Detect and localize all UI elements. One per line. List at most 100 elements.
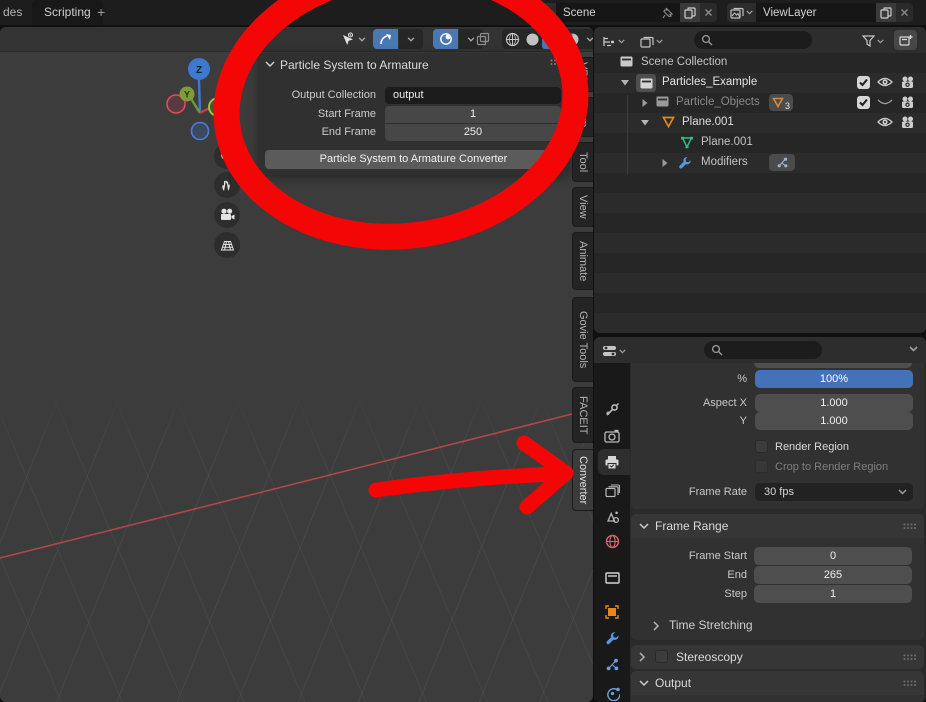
exclude-checkbox-checked[interactable] [857,96,870,109]
sidebar-tab-converter[interactable]: Converter [572,449,593,511]
drag-dots-icon[interactable] [903,654,916,662]
snap-options-button[interactable] [399,29,423,49]
outliner-row-plane-object[interactable]: Plane.001 [594,113,926,133]
tab-world[interactable] [594,528,630,554]
shading-solid-button[interactable] [522,29,542,49]
overlays-toggle[interactable] [471,29,495,49]
remove-viewlayer-button[interactable] [896,3,913,22]
eye-open-icon[interactable] [877,116,893,128]
resolution-y-field-partial[interactable] [754,363,912,368]
outliner-row-modifiers[interactable]: Modifiers [594,153,926,173]
tab-object[interactable] [594,599,630,625]
new-collection-button[interactable] [894,30,917,50]
unlink-scene-button[interactable] [700,3,717,22]
camera-render-icon[interactable] [900,116,916,129]
snap-toggle[interactable] [373,29,398,49]
row-label[interactable]: Modifiers [701,156,748,168]
sidebar-tab-animate[interactable]: Animate [572,232,593,290]
aspect-y-field[interactable]: 1.000 [755,412,913,430]
tab-scene[interactable] [594,504,630,530]
row-label[interactable]: Plane.001 [682,116,734,128]
row-label[interactable]: Particle_Objects [676,96,760,108]
outliner-row-plane-mesh-data[interactable]: Plane.001 [594,133,926,153]
add-workspace-button[interactable]: + [97,4,105,20]
row-label[interactable]: Plane.001 [701,136,753,148]
tab-particles[interactable] [594,651,630,677]
workspace-tab-partial[interactable]: des [3,5,22,19]
active-tool-button[interactable] [333,29,373,49]
shading-options-button[interactable] [582,29,593,49]
stereoscopy-panel-header[interactable]: Stereoscopy [631,645,924,669]
drag-dots-icon[interactable] [550,59,563,67]
disclosure-right-icon[interactable] [662,159,668,167]
tab-output-active[interactable] [594,449,630,475]
outliner-row-particle-objects[interactable]: Particle_Objects 3 [594,93,926,113]
render-region-checkbox[interactable] [755,440,768,453]
properties-editor-type-button[interactable] [602,341,626,361]
outliner-row-particles-example[interactable]: Particles_Example [594,73,926,93]
row-label[interactable]: Scene Collection [641,56,727,68]
tab-modifiers[interactable] [594,625,630,651]
disclosure-down-icon[interactable] [621,79,629,86]
tab-render[interactable] [594,423,630,449]
row-label[interactable]: Particles_Example [662,76,757,88]
outliner-row-scene-collection[interactable]: Scene Collection [594,53,926,73]
properties-search-input[interactable] [704,341,822,359]
panel-collapse-chevron-icon[interactable] [265,61,275,68]
orthographic-toggle-button[interactable] [214,232,240,258]
tab-physics[interactable] [594,680,630,702]
sidebar-tab-item[interactable]: Item [572,97,593,137]
sidebar-tab-tool[interactable]: Tool [572,142,593,182]
sidebar-tab-view[interactable]: View [572,187,593,227]
frame-range-panel-header[interactable]: Frame Range [631,514,924,538]
shading-rendered-button[interactable] [562,29,582,49]
shading-wireframe-button[interactable] [502,29,522,49]
navigation-gizmo[interactable]: Y X Z [150,55,250,155]
panel-title[interactable]: Particle System to Armature [280,58,429,72]
pan-button[interactable] [214,172,240,198]
disclosure-down-icon[interactable] [641,119,649,126]
sidebar-tab-faceit[interactable]: FACEIT [572,387,593,443]
resolution-percent-slider[interactable]: 100% [755,370,913,388]
viewport-3d[interactable]: Y X Z Particle System to Armature Output… [0,27,593,702]
camera-render-icon[interactable] [900,96,916,109]
camera-view-button[interactable] [214,202,240,228]
drag-dots-icon[interactable] [903,523,916,531]
outliner-display-mode-button[interactable] [602,31,625,51]
exclude-checkbox-checked[interactable] [857,76,870,89]
eye-closed-icon[interactable] [877,99,893,107]
stereoscopy-checkbox[interactable] [655,650,668,663]
camera-render-icon[interactable] [900,76,916,89]
aspect-x-field[interactable]: 1.000 [755,394,913,412]
crop-to-render-region-checkbox[interactable] [755,460,768,473]
frame-rate-dropdown[interactable]: 30 fps [755,483,913,501]
proportional-editing-toggle[interactable] [433,29,458,49]
frame-end-field[interactable]: 265 [754,566,912,584]
outliner-filter-mode-button[interactable] [640,31,663,51]
gizmo-neg-z-ball[interactable] [192,123,209,140]
time-stretching-subpanel-header[interactable]: Time Stretching [631,613,924,637]
viewlayer-name-field[interactable]: ViewLayer [756,3,876,22]
end-frame-input[interactable]: 250 [385,124,561,141]
start-frame-input[interactable]: 1 [385,106,561,123]
output-panel-header[interactable]: Output [631,671,924,695]
sidebar-tab-vrm[interactable]: VRM [572,57,593,92]
workspace-tab-scripting[interactable]: Scripting [32,0,103,25]
pin-scene-button[interactable] [662,3,680,22]
outliner-filter-button[interactable] [862,31,884,51]
copy-viewlayer-button[interactable] [876,3,896,22]
frame-start-field[interactable]: 0 [754,547,912,565]
copy-scene-button[interactable] [680,3,700,22]
tab-collection[interactable] [594,565,630,591]
properties-options-button[interactable] [909,346,918,352]
drag-dots-icon[interactable] [903,680,916,688]
outliner-search-input[interactable] [694,31,812,49]
shading-material-button[interactable] [542,29,562,49]
output-collection-input[interactable]: output [385,87,561,104]
eye-open-icon[interactable] [877,76,893,88]
frame-step-field[interactable]: 1 [754,585,912,603]
converter-button[interactable]: Particle System to Armature Converter [265,150,562,169]
tab-view-layer[interactable] [594,478,630,504]
zoom-button[interactable] [214,143,240,169]
viewlayer-datablock-button[interactable] [727,3,756,22]
